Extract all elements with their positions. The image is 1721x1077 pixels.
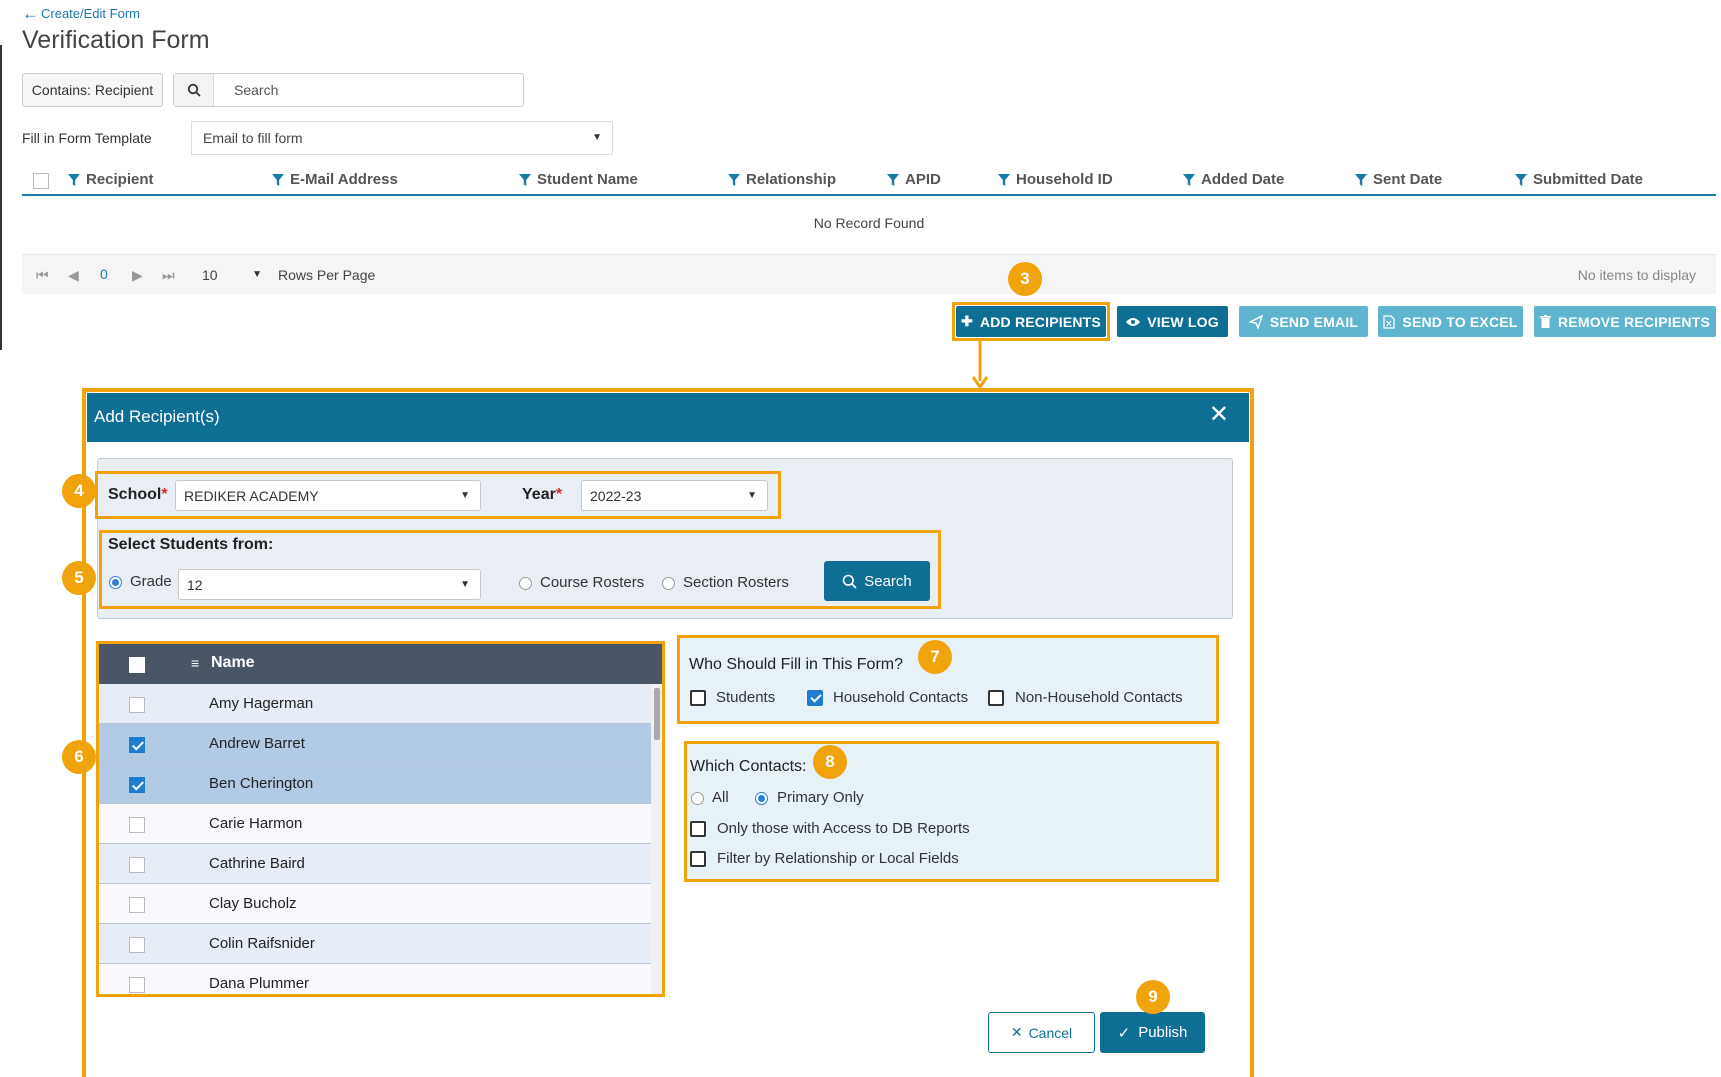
column-label: Sent Date bbox=[1373, 171, 1443, 188]
dialog-title: Add Recipient(s) bbox=[94, 407, 220, 426]
chevron-down-icon: ▼ bbox=[592, 131, 602, 143]
rows-per-page-value: 10 bbox=[202, 267, 218, 283]
filter-icon[interactable] bbox=[68, 173, 80, 187]
column-submitted-date[interactable]: Submitted Date bbox=[1515, 171, 1643, 188]
back-arrow-icon: ← bbox=[22, 4, 39, 23]
column-label: APID bbox=[905, 171, 941, 188]
highlight-select-students bbox=[99, 530, 941, 609]
column-relationship[interactable]: Relationship bbox=[728, 171, 836, 188]
publish-label: Publish bbox=[1138, 1024, 1188, 1041]
publish-button[interactable]: ✓ Publish bbox=[1100, 1012, 1205, 1053]
page-number[interactable]: 0 bbox=[100, 266, 108, 282]
send-to-excel-button[interactable]: SEND TO EXCEL bbox=[1378, 306, 1523, 337]
trash-icon bbox=[1540, 315, 1551, 328]
step-badge-6: 6 bbox=[62, 740, 96, 774]
column-label: Recipient bbox=[86, 171, 154, 188]
template-select[interactable]: Email to fill form ▼ bbox=[191, 121, 613, 155]
contains-filter-button[interactable]: Contains: Recipient bbox=[22, 73, 163, 107]
add-recipients-button[interactable]: ✚ ADD RECIPIENTS bbox=[956, 306, 1106, 337]
send-email-label: SEND EMAIL bbox=[1269, 313, 1359, 330]
left-edge-line bbox=[0, 45, 2, 350]
template-label: Fill in Form Template bbox=[22, 130, 152, 146]
column-label: Relationship bbox=[746, 171, 837, 188]
step-badge-3: 3 bbox=[1008, 262, 1042, 296]
column-household-id[interactable]: Household ID bbox=[998, 171, 1113, 188]
search-icon[interactable] bbox=[174, 74, 214, 106]
eye-icon bbox=[1126, 317, 1141, 326]
remove-recipients-button[interactable]: REMOVE RECIPIENTS bbox=[1534, 306, 1716, 337]
view-log-button[interactable]: VIEW LOG bbox=[1117, 306, 1228, 337]
filter-icon[interactable] bbox=[272, 173, 284, 187]
filter-icon[interactable] bbox=[728, 173, 740, 187]
empty-grid-message: No Record Found bbox=[813, 215, 925, 231]
column-label: E-Mail Address bbox=[290, 171, 398, 188]
filter-icon[interactable] bbox=[1355, 173, 1367, 187]
step-badge-8: 8 bbox=[813, 745, 847, 779]
select-all-checkbox[interactable] bbox=[33, 173, 49, 189]
cancel-label: Cancel bbox=[1028, 1024, 1073, 1041]
column-apid[interactable]: APID bbox=[887, 171, 941, 188]
send-icon bbox=[1248, 314, 1263, 329]
last-page-icon[interactable]: ⏭ bbox=[162, 267, 175, 284]
checkmark-icon: ✓ bbox=[1117, 1024, 1131, 1042]
back-link[interactable]: ← Create/Edit Form bbox=[22, 5, 140, 22]
first-page-icon[interactable]: ⏮ bbox=[36, 267, 49, 284]
highlight-school-year bbox=[95, 471, 781, 519]
column-sent-date[interactable]: Sent Date bbox=[1355, 171, 1442, 188]
search-input[interactable]: Search bbox=[214, 82, 278, 98]
chevron-down-icon: ▼ bbox=[252, 268, 262, 280]
highlight-which-contacts bbox=[684, 741, 1219, 882]
column-label: Household ID bbox=[1016, 171, 1113, 188]
search-box[interactable]: Search bbox=[173, 73, 524, 107]
items-count: No items to display bbox=[1577, 267, 1696, 283]
cancel-button[interactable]: ✕ Cancel bbox=[988, 1012, 1095, 1053]
column-label: Student Name bbox=[537, 171, 638, 188]
page-title: Verification Form bbox=[22, 26, 210, 54]
filter-icon[interactable] bbox=[1183, 173, 1195, 187]
step-badge-4: 4 bbox=[62, 474, 96, 508]
remove-recipients-label: REMOVE RECIPIENTS bbox=[1558, 313, 1710, 330]
add-recipients-label: ADD RECIPIENTS bbox=[979, 313, 1101, 330]
filter-icon[interactable] bbox=[519, 173, 531, 187]
close-icon: ✕ bbox=[1010, 1024, 1023, 1040]
view-log-label: VIEW LOG bbox=[1147, 313, 1219, 330]
filter-icon[interactable] bbox=[887, 173, 899, 187]
template-select-value: Email to fill form bbox=[203, 130, 303, 146]
highlight-students-grid bbox=[96, 641, 665, 997]
filter-icon[interactable] bbox=[1515, 173, 1527, 187]
next-page-icon[interactable]: ▶ bbox=[132, 267, 143, 284]
column-recipient[interactable]: Recipient bbox=[68, 171, 154, 188]
column-email[interactable]: E-Mail Address bbox=[272, 171, 398, 188]
grid-header: Recipient E-Mail Address Student Name Re… bbox=[22, 168, 1716, 196]
back-link-label: Create/Edit Form bbox=[41, 6, 140, 21]
step-badge-5: 5 bbox=[62, 561, 96, 595]
column-label: Added Date bbox=[1201, 171, 1285, 188]
dialog-header: Add Recipient(s) ✕ bbox=[87, 393, 1249, 442]
step-badge-9: 9 bbox=[1136, 980, 1170, 1014]
send-to-excel-label: SEND TO EXCEL bbox=[1402, 313, 1518, 330]
plus-icon: ✚ bbox=[961, 313, 973, 329]
column-student-name[interactable]: Student Name bbox=[519, 171, 638, 188]
pager: ⏮ ◀ 0 ▶ ⏭ 10 ▼ Rows Per Page No items to… bbox=[22, 254, 1716, 294]
rows-per-page-select[interactable]: 10 ▼ bbox=[200, 261, 288, 289]
rows-per-page-label: Rows Per Page bbox=[278, 267, 376, 283]
excel-file-icon bbox=[1383, 314, 1396, 329]
filter-icon[interactable] bbox=[998, 173, 1010, 187]
column-added-date[interactable]: Added Date bbox=[1183, 171, 1284, 188]
send-email-button[interactable]: SEND EMAIL bbox=[1239, 306, 1368, 337]
prev-page-icon[interactable]: ◀ bbox=[68, 267, 79, 284]
close-icon[interactable]: ✕ bbox=[1209, 403, 1229, 427]
step-badge-7: 7 bbox=[918, 640, 952, 674]
connector-arrow bbox=[971, 341, 989, 390]
column-label: Submitted Date bbox=[1533, 171, 1644, 188]
